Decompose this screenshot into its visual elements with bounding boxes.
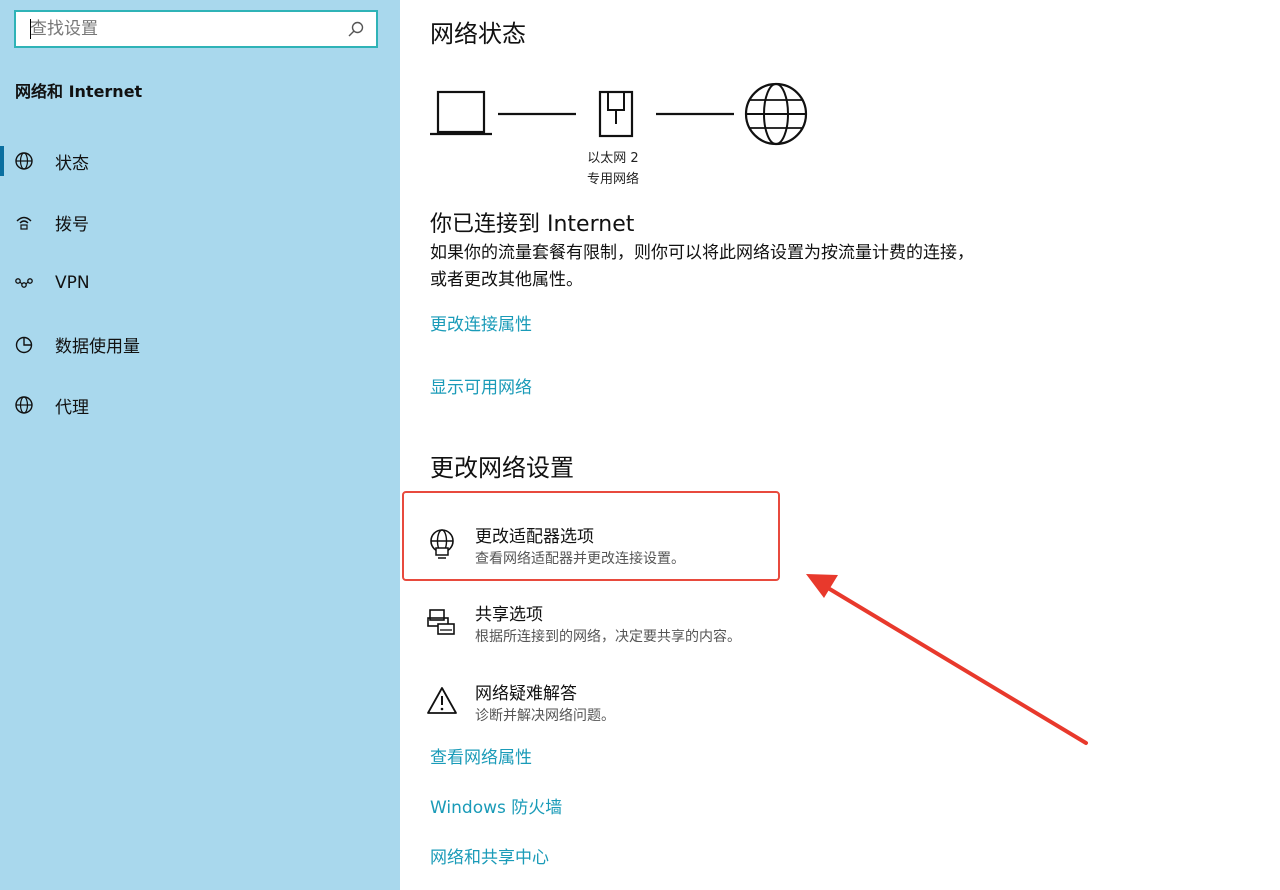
- arrow-head: [806, 574, 838, 598]
- sidebar-item-label: VPN: [55, 273, 90, 293]
- sidebar-item-label: 拨号: [55, 214, 89, 235]
- view-network-properties-link[interactable]: 查看网络属性: [430, 743, 532, 768]
- search-icon[interactable]: [346, 19, 366, 39]
- sidebar-item-label: 代理: [55, 397, 89, 418]
- option-title: 网络疑难解答: [475, 684, 577, 704]
- ethernet-label: 以太网 2 专用网络: [583, 148, 643, 190]
- laptop-icon: [430, 90, 492, 136]
- vpn-icon: [15, 278, 33, 288]
- dialup-icon: [16, 216, 32, 230]
- text-caret: [30, 19, 31, 39]
- status-globe-icon: [15, 152, 33, 170]
- show-available-networks-link[interactable]: 显示可用网络: [430, 373, 532, 398]
- section-title: 网络和 Internet: [15, 82, 143, 101]
- sidebar-item-status[interactable]: 状态: [0, 138, 400, 184]
- option-desc: 诊断并解决网络问题。: [475, 708, 615, 724]
- page-title: 网络状态: [430, 20, 526, 48]
- sidebar-item-proxy[interactable]: 代理: [0, 382, 400, 428]
- change-connection-properties-link[interactable]: 更改连接属性: [430, 310, 532, 335]
- sidebar-item-vpn[interactable]: VPN: [0, 260, 400, 306]
- windows-firewall-link[interactable]: Windows 防火墙: [430, 793, 562, 818]
- internet-globe-icon: [744, 82, 808, 146]
- sidebar-item-dialup[interactable]: 拨号: [0, 199, 400, 245]
- network-sharing-center-link[interactable]: 网络和共享中心: [430, 843, 549, 868]
- network-type: 专用网络: [586, 172, 639, 187]
- data-usage-icon: [15, 336, 33, 354]
- option-title: 共享选项: [475, 605, 543, 625]
- proxy-globe-icon: [15, 396, 33, 414]
- ethernet-name: 以太网 2: [587, 151, 639, 166]
- warning-icon: [427, 687, 457, 714]
- search-input[interactable]: [16, 12, 350, 46]
- connection-status-title: 你已连接到 Internet: [430, 212, 635, 237]
- arrow-shaft: [826, 586, 1088, 745]
- search-box[interactable]: [14, 10, 378, 48]
- sidebar-item-label: 数据使用量: [55, 336, 140, 357]
- connection-status-desc: 如果你的流量套餐有限制，则你可以将此网络设置为按流量计费的连接，或者更改其他属性…: [430, 243, 974, 290]
- main-content: 网络状态 以太网 2 专用网络 你已连接到 Internet 如果你的流量套餐有…: [400, 0, 1280, 890]
- network-diagram: [430, 82, 808, 146]
- sidebar-item-label: 状态: [55, 153, 89, 174]
- network-troubleshooter[interactable]: 网络疑难解答 诊断并解决网络问题。: [426, 679, 786, 739]
- sharing-icon: [427, 609, 455, 635]
- sharing-options[interactable]: 共享选项 根据所连接到的网络，决定要共享的内容。: [426, 600, 786, 660]
- change-settings-title: 更改网络设置: [430, 454, 574, 482]
- ethernet-icon: [598, 90, 634, 138]
- sidebar: 网络和 Internet 状态 拨号 VPN 数: [0, 0, 400, 890]
- sidebar-item-data-usage[interactable]: 数据使用量: [0, 321, 400, 367]
- highlight-box: [402, 491, 780, 581]
- option-desc: 根据所连接到的网络，决定要共享的内容。: [475, 629, 741, 645]
